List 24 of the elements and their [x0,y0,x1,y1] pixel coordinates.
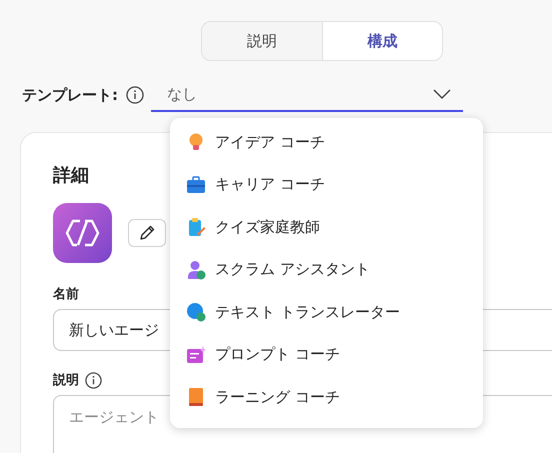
menu-item[interactable]: スクラム アシスタント [170,248,483,291]
pencil-icon [138,224,156,242]
edit-button[interactable] [128,219,166,247]
note-icon [186,344,207,365]
description-label: 説明 [53,372,79,389]
card-title: 詳細 [53,164,89,187]
briefcase-icon [186,174,207,195]
clipboard-icon [186,217,207,238]
menu-item[interactable]: プロンプト コーチ [170,334,483,376]
menu-item[interactable]: ラーニング コーチ [170,376,483,418]
menu-item[interactable]: テキスト トランスレーター [170,291,483,334]
person-icon [186,260,207,280]
info-icon[interactable] [126,86,144,104]
template-label: テンプレート: [22,86,118,104]
tab[interactable]: 構成 [322,22,442,60]
agent-logo-icon [53,203,112,263]
name-label: 名前 [53,286,79,303]
menu-item[interactable]: キャリア コーチ [170,164,483,206]
chevron-down-icon [433,89,451,99]
template-dropdown[interactable]: なし [151,78,463,112]
globe-icon [186,302,207,322]
info-icon[interactable] [85,372,102,388]
menu-item[interactable]: クイズ家庭教師 [170,206,483,248]
menu-item[interactable]: アイデア コーチ [170,121,483,164]
